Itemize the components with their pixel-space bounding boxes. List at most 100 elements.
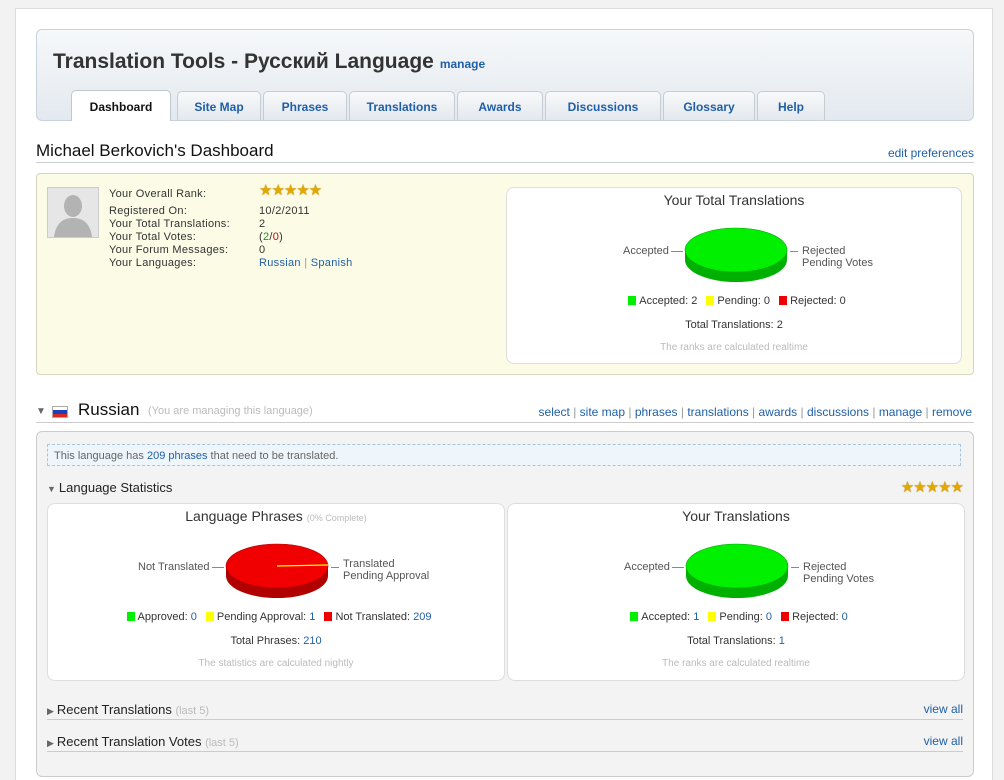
star-rating-icon: ★★★★★ bbox=[259, 182, 322, 199]
tab-glossary[interactable]: Glossary bbox=[663, 91, 755, 120]
leader-line bbox=[331, 567, 339, 568]
untranslated-notice: This language has 209 phrases that need … bbox=[47, 444, 961, 466]
discussions-link[interactable]: discussions bbox=[807, 405, 869, 419]
user-silhouette-icon bbox=[48, 188, 98, 237]
language-panel: This language has 209 phrases that need … bbox=[36, 431, 974, 777]
total-value[interactable]: 1 bbox=[779, 635, 785, 647]
divider bbox=[36, 422, 974, 423]
site-map-link[interactable]: site map bbox=[580, 405, 625, 419]
expand-arrow-icon: ▶ bbox=[47, 738, 54, 748]
edit-preferences-link[interactable]: edit preferences bbox=[888, 146, 974, 160]
language-statistics-heading[interactable]: ▼ Language Statistics bbox=[47, 480, 172, 495]
total-translations-chart: Your Total Translations Accepted Rejecte… bbox=[506, 187, 962, 364]
select-link[interactable]: select bbox=[539, 405, 570, 419]
tab-site-map[interactable]: Site Map bbox=[177, 91, 261, 120]
legend-pending-value[interactable]: 1 bbox=[309, 611, 315, 623]
awards-link[interactable]: awards bbox=[759, 405, 798, 419]
legend-swatch-approved bbox=[126, 612, 135, 621]
legend-swatch-pending bbox=[708, 612, 717, 621]
pie-label-rejected: Rejected bbox=[802, 245, 846, 257]
star-rating-icon: ★★★★★ bbox=[900, 479, 964, 496]
manage-language-link[interactable]: manage bbox=[879, 405, 922, 419]
legend-pending-value[interactable]: 0 bbox=[766, 611, 772, 623]
remove-link[interactable]: remove bbox=[932, 405, 972, 419]
pie-label-accepted: Accepted bbox=[624, 561, 670, 573]
forum-value: 0 bbox=[259, 244, 266, 256]
total-votes-label: Your Total Votes: bbox=[109, 231, 197, 243]
pie-label-pending-approval: Pending Approval bbox=[343, 570, 430, 582]
total-translations-label: Your Total Translations: bbox=[109, 218, 230, 230]
rank-stars: ★★★★★ bbox=[259, 182, 322, 199]
divider bbox=[47, 719, 963, 720]
tab-phrases[interactable]: Phrases bbox=[263, 91, 347, 120]
language-link-russian[interactable]: Russian bbox=[259, 257, 301, 269]
recent-votes-heading[interactable]: ▶ Recent Translation Votes (last 5) bbox=[47, 734, 239, 749]
tab-help[interactable]: Help bbox=[757, 91, 825, 120]
pie-label-pending-votes: Pending Votes bbox=[803, 573, 874, 585]
legend-not-translated-value[interactable]: 209 bbox=[413, 611, 431, 623]
total-value[interactable]: 210 bbox=[303, 635, 321, 647]
pie-chart bbox=[225, 543, 329, 598]
chart-total: Total Translations: 2 bbox=[685, 319, 783, 331]
total-votes-value: (2/0) bbox=[259, 231, 283, 244]
phrases-link[interactable]: phrases bbox=[635, 405, 678, 419]
chart-legend: Accepted: 1 Pending: 0 Rejected: 0 bbox=[508, 611, 964, 623]
legend-rejected: Rejected: 0 bbox=[790, 295, 846, 307]
chart-title: Your Total Translations bbox=[663, 192, 805, 208]
leader-line bbox=[791, 567, 799, 568]
legend-rejected-value[interactable]: 0 bbox=[842, 611, 848, 623]
view-all-translations-link[interactable]: view all bbox=[924, 702, 963, 716]
russia-flag-icon bbox=[52, 406, 68, 418]
pie-label-not-translated: Not Translated bbox=[138, 561, 210, 573]
legend-rejected-label: Rejected: bbox=[792, 611, 842, 623]
legend-swatch-pending bbox=[706, 296, 715, 305]
leader-line bbox=[212, 567, 224, 568]
legend-accepted-label: Accepted: bbox=[641, 611, 694, 623]
language-phrases-chart: Language Phrases (0% Complete) Not Trans… bbox=[47, 503, 505, 681]
notice-text-post: that need to be translated. bbox=[207, 450, 339, 462]
tab-discussions[interactable]: Discussions bbox=[545, 91, 661, 120]
recent-votes-title: Recent Translation Votes bbox=[56, 734, 202, 749]
chart-title: Language Phrases (0% Complete) bbox=[48, 508, 504, 524]
legend-approved-label: Approved: bbox=[137, 611, 191, 623]
collapse-arrow-icon[interactable]: ▼ bbox=[36, 406, 46, 417]
legend-swatch-rejected bbox=[779, 296, 788, 305]
legend-pending-label: Pending Approval: bbox=[216, 611, 310, 623]
legend-approved-value[interactable]: 0 bbox=[191, 611, 197, 623]
manage-link[interactable]: manage bbox=[440, 57, 485, 71]
pie-label-accepted: Accepted bbox=[623, 245, 669, 257]
chart-note: The ranks are calculated realtime bbox=[662, 658, 810, 669]
chart-note: The ranks are calculated realtime bbox=[660, 342, 808, 353]
dashboard-title: Michael Berkovich's Dashboard bbox=[36, 141, 274, 160]
total-label: Total Translations: bbox=[687, 635, 779, 647]
pie-label-pending-votes: Pending Votes bbox=[802, 257, 873, 269]
collapse-arrow-icon: ▼ bbox=[47, 484, 56, 494]
language-link-spanish[interactable]: Spanish bbox=[311, 257, 353, 269]
pie-label-rejected: Rejected bbox=[803, 561, 847, 573]
leader-line bbox=[790, 251, 798, 252]
divider bbox=[47, 751, 963, 752]
languages-separator: | bbox=[304, 257, 308, 269]
legend-not-translated-label: Not Translated: bbox=[335, 611, 414, 623]
leader-line bbox=[671, 251, 683, 252]
chart-subtitle: (0% Complete) bbox=[306, 513, 367, 523]
legend-pending: Pending: 0 bbox=[717, 295, 771, 307]
managing-note: (You are managing this language) bbox=[148, 405, 313, 417]
pie-slice-accepted bbox=[685, 543, 789, 589]
recent-votes-hint: (last 5) bbox=[205, 737, 239, 749]
pie-chart bbox=[684, 227, 788, 282]
your-translations-chart: Your Translations Accepted Rejected Pend… bbox=[507, 503, 965, 681]
pie-chart bbox=[685, 543, 789, 598]
tab-translations[interactable]: Translations bbox=[349, 91, 455, 120]
languages-value: Russian | Spanish bbox=[259, 257, 353, 270]
view-all-votes-link[interactable]: view all bbox=[924, 734, 963, 748]
language-section-header: ▼ Russian (You are managing this languag… bbox=[36, 400, 972, 422]
legend-pending-label: Pending: bbox=[719, 611, 766, 623]
tab-dashboard[interactable]: Dashboard bbox=[71, 90, 171, 121]
recent-translations-heading[interactable]: ▶ Recent Translations (last 5) bbox=[47, 702, 209, 717]
legend-accepted-value[interactable]: 1 bbox=[693, 611, 699, 623]
translations-link[interactable]: translations bbox=[687, 405, 748, 419]
tab-awards[interactable]: Awards bbox=[457, 91, 543, 120]
expand-arrow-icon: ▶ bbox=[47, 706, 54, 716]
untranslated-phrases-link[interactable]: 209 phrases bbox=[147, 450, 208, 462]
